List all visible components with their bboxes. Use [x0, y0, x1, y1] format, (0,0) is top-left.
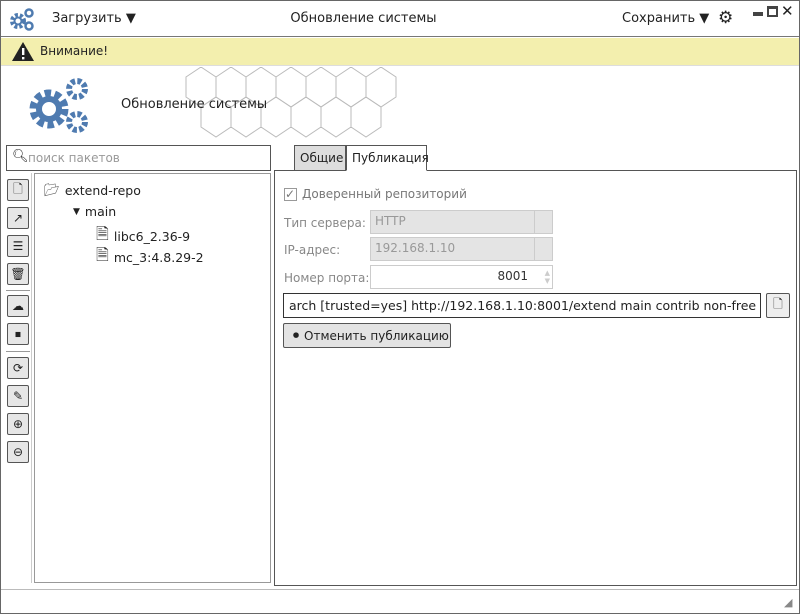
- copy-file-button[interactable]: 🗋: [766, 293, 790, 318]
- ip-value: 192.168.1.10: [375, 241, 456, 255]
- tree-node-label: mc_3:4.8.29-2: [113, 250, 204, 265]
- spin-arrows-icon[interactable]: ▲ ▼: [545, 269, 550, 285]
- banner-title: Обновление системы: [121, 97, 268, 112]
- tree-node-label: main: [84, 204, 117, 219]
- settings-sliders-button[interactable]: ☰: [7, 235, 29, 257]
- external-link-icon: ↗: [12, 211, 24, 225]
- left-toolbar: 🗋 ↗ ☰ 🗑︎ ☁ ⏹ ⟳ ✎ ⊕ ⊖: [6, 173, 32, 583]
- save-menu[interactable]: Сохранить ▼: [622, 11, 709, 26]
- port-value: 8001: [497, 269, 528, 283]
- trash-icon: 🗑︎: [10, 267, 26, 281]
- unpublish-label: Отменить публикацию: [304, 328, 449, 343]
- tree-node-branch[interactable]: ▼ main: [73, 204, 116, 219]
- checkmark-icon: ✓: [284, 186, 297, 201]
- add-button[interactable]: ⊕: [7, 413, 29, 435]
- chevron-down-icon: ▼: [699, 11, 710, 26]
- save-menu-label: Сохранить: [622, 11, 696, 26]
- minus-circle-icon: ⊖: [12, 445, 24, 459]
- new-file-button[interactable]: 🗋: [7, 179, 29, 201]
- download-button[interactable]: ☁: [7, 295, 29, 317]
- publication-panel: ✓ Доверенный репозиторий Тип сервера: HT…: [274, 170, 797, 586]
- tree-node-repo[interactable]: 📂︎ extend-repo: [44, 182, 141, 198]
- banner: Обновление системы: [1, 67, 799, 143]
- minimize-button[interactable]: [753, 12, 763, 16]
- tree-node-package[interactable]: 🗎 mc_3:4.8.29-2: [96, 244, 204, 271]
- cloud-download-icon: ☁: [12, 299, 24, 313]
- package-tree: 📂︎ extend-repo ▼ main 🗎 libc6_2.36-9 🗎 mc_3:…: [34, 173, 271, 583]
- title-bar: Загрузить ▼ Обновление системы Сохранить…: [1, 1, 799, 37]
- warning-bar: Внимание!: [1, 38, 799, 66]
- server-type-label: Тип сервера:: [284, 216, 366, 230]
- folder-open-icon: 📂︎: [44, 182, 60, 197]
- stop-button[interactable]: ⏹: [7, 323, 29, 345]
- port-spinbox[interactable]: 8001 ▲ ▼: [370, 265, 553, 289]
- divider: [6, 351, 30, 352]
- search-input[interactable]: 🔍︎ поиск пакетов: [6, 145, 271, 171]
- warning-icon: [12, 42, 34, 61]
- server-type-value: HTTP: [375, 214, 406, 228]
- source-line-input[interactable]: arch [trusted=yes] http://192.168.1.10:8…: [283, 293, 761, 318]
- dropdown-button[interactable]: [534, 211, 552, 233]
- port-label: Номер порта:: [284, 271, 370, 285]
- refresh-icon: ⟳: [12, 361, 24, 375]
- tree-node-label: libc6_2.36-9: [113, 229, 191, 244]
- pencil-icon: ✎: [12, 389, 24, 403]
- search-icon: 🔍︎: [12, 149, 29, 164]
- document-icon: 🗎: [96, 245, 109, 264]
- sliders-icon: ☰: [12, 239, 24, 253]
- ip-combobox[interactable]: 192.168.1.10: [370, 237, 553, 261]
- window-title: Обновление системы: [290, 11, 437, 26]
- triangle-down-icon: ▼: [73, 206, 80, 217]
- unpublish-button[interactable]: ⏺ Отменить публикацию: [283, 323, 451, 348]
- status-bar: [1, 589, 799, 590]
- search-placeholder: поиск пакетов: [28, 151, 120, 165]
- tab-general[interactable]: Общие: [294, 145, 346, 171]
- warning-text: Внимание!: [40, 44, 109, 58]
- maximize-button[interactable]: [767, 6, 778, 17]
- stop-circle-icon: ⏹: [14, 326, 21, 341]
- ip-label: IP-адрес:: [284, 243, 341, 257]
- trusted-checkbox[interactable]: ✓ Доверенный репозиторий: [284, 187, 467, 201]
- file-icon: 🗋: [13, 181, 23, 196]
- system-update-gears-icon: [29, 78, 88, 133]
- stop-circle-icon: ⏺: [293, 328, 300, 342]
- dropdown-button[interactable]: [534, 238, 552, 260]
- file-icon: 🗋: [773, 297, 783, 311]
- open-external-button[interactable]: ↗: [7, 207, 29, 229]
- tab-publication[interactable]: Публикация: [346, 145, 429, 171]
- tree-node-label: extend-repo: [64, 182, 141, 198]
- close-button[interactable]: ✕: [781, 2, 794, 20]
- plus-circle-icon: ⊕: [12, 417, 24, 431]
- gear-icon[interactable]: ⚙: [718, 8, 733, 28]
- server-type-select[interactable]: HTTP: [370, 210, 553, 234]
- resize-grip-icon[interactable]: ◢: [784, 596, 792, 609]
- trusted-label: Доверенный репозиторий: [302, 187, 467, 201]
- edit-button[interactable]: ✎: [7, 385, 29, 407]
- divider: [6, 290, 30, 291]
- refresh-button[interactable]: ⟳: [7, 357, 29, 379]
- remove-button[interactable]: ⊖: [7, 441, 29, 463]
- delete-button[interactable]: 🗑︎: [7, 263, 29, 285]
